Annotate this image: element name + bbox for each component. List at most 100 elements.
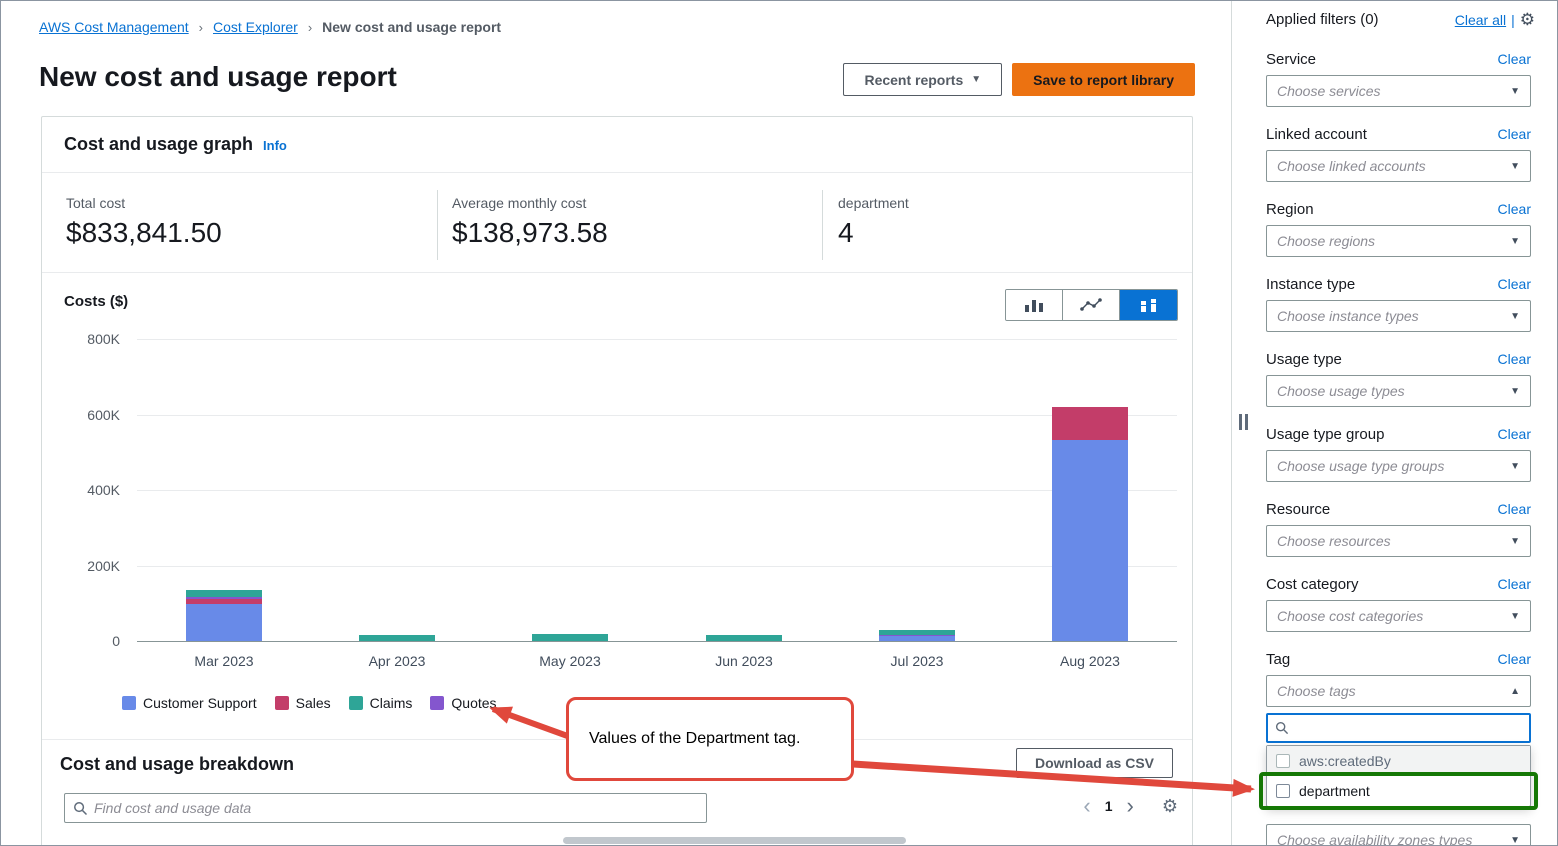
clear-filter-link[interactable]: Clear [1498,51,1531,67]
clear-filter-link[interactable]: Clear [1498,276,1531,292]
chevron-down-icon: ▼ [1510,536,1520,547]
filter-section-usage-type-group: Usage type groupClear Choose usage type g… [1266,424,1531,482]
legend-swatch-icon [275,696,289,710]
clear-filter-link[interactable]: Clear [1498,426,1531,442]
recent-reports-button[interactable]: Recent reports ▼ [843,63,1002,96]
filters-panel-title: Applied filters (0) [1266,11,1379,28]
checkbox-icon[interactable] [1276,754,1290,768]
pagination: ‹ 1 › ⚙ [1083,795,1178,817]
clear-filter-link[interactable]: Clear [1498,576,1531,592]
clear-filter-link[interactable]: Clear [1498,126,1531,142]
current-page-number[interactable]: 1 [1105,798,1113,814]
legend-item-claims[interactable]: Claims [349,695,413,711]
clear-filter-link[interactable]: Clear [1498,501,1531,517]
filter-label: Cost category [1266,576,1359,593]
breadcrumb-separator: › [199,20,203,35]
x-axis-tick: Apr 2023 [337,653,457,669]
info-link[interactable]: Info [263,138,287,153]
x-axis-tick: Mar 2023 [164,653,284,669]
filter-label-row: Usage type groupClear [1266,424,1531,444]
filter-label: Tag [1266,651,1290,668]
clear-all-link[interactable]: Clear all [1455,12,1506,28]
table-settings-gear-icon[interactable]: ⚙ [1162,797,1178,815]
gridline [137,490,1177,491]
select-placeholder: Choose usage types [1277,383,1405,399]
legend-swatch-icon [430,696,444,710]
chevron-down-icon: ▼ [1510,461,1520,472]
save-to-report-library-button[interactable]: Save to report library [1012,63,1195,96]
legend-item-sales[interactable]: Sales [275,695,331,711]
select-placeholder: Choose usage type groups [1277,458,1444,474]
tag-dropdown-search-input[interactable] [1295,720,1529,736]
y-axis-tick: 800K [42,331,120,347]
filters-settings-gear-icon[interactable]: ⚙ [1520,11,1535,28]
breakdown-search-input[interactable] [94,800,706,816]
filters-panel-header: Applied filters (0) Clear all | ⚙ [1266,11,1535,28]
filter-select-cost-category[interactable]: Choose cost categories▼ [1266,600,1531,632]
divider [822,190,823,260]
bar-segment-claims[interactable] [532,634,608,641]
next-page-button[interactable]: › [1127,795,1134,817]
legend-swatch-icon [122,696,136,710]
gridline [137,566,1177,567]
chart-legend: Customer Support Sales Claims Quotes [122,695,497,711]
bar-segment-customer-support[interactable] [1052,440,1128,641]
filter-section-instance-type: Instance type Clear Choose instance types▼ [1266,274,1531,332]
select-placeholder: Choose regions [1277,233,1375,249]
legend-label: Customer Support [143,695,257,711]
filters-panel-header-actions: Clear all | ⚙ [1455,11,1535,28]
filter-label-row: ResourceClear [1266,499,1531,519]
filter-select-tag[interactable]: Choose tags ▲ [1266,675,1531,707]
clear-filter-link[interactable]: Clear [1498,201,1531,217]
filter-select-usage-type[interactable]: Choose usage types▼ [1266,375,1531,407]
bar-segment-sales[interactable] [1052,407,1128,440]
legend-item-customer-support[interactable]: Customer Support [122,695,257,711]
tag-option-label: aws:createdBy [1299,753,1391,769]
chevron-up-icon: ▲ [1510,686,1520,697]
filter-select-linked-account[interactable]: Choose linked accounts▼ [1266,150,1531,182]
legend-item-quotes[interactable]: Quotes [430,695,496,711]
cost-stacked-bar-chart: 0200K400K600K800KMar 2023Apr 2023May 202… [42,277,1194,697]
filter-label-row: ServiceClear [1266,49,1531,69]
gridline [137,415,1177,416]
bar-segment-sales[interactable] [186,599,262,604]
chevron-down-icon: ▼ [1510,835,1520,846]
bar-segment-customer-support[interactable] [879,636,955,641]
select-placeholder: Choose cost categories [1277,608,1423,624]
stat-value-average-monthly-cost: $138,973.58 [452,217,608,249]
select-placeholder: Choose services [1277,83,1381,99]
bar-segment-customer-support[interactable] [186,603,262,641]
checkbox-icon[interactable] [1276,784,1290,798]
panel-resize-handle[interactable] [1239,414,1248,430]
download-csv-button[interactable]: Download as CSV [1016,748,1173,778]
clear-filter-link[interactable]: Clear [1498,651,1531,667]
bar-segment-claims[interactable] [359,635,435,641]
chevron-down-icon: ▼ [1510,161,1520,172]
filter-select-region[interactable]: Choose regions▼ [1266,225,1531,257]
bar-segment-claims[interactable] [879,630,955,635]
tag-option-department[interactable]: department [1267,776,1530,806]
filter-select-service[interactable]: Choose services▼ [1266,75,1531,107]
filter-label: Instance type [1266,276,1355,293]
bar-segment-quotes[interactable] [186,597,262,599]
bar-segment-claims[interactable] [706,635,782,641]
tag-option-aws-createdby[interactable]: aws:createdBy [1267,746,1530,776]
divider [42,172,1192,173]
breadcrumb-separator: › [308,20,312,35]
filter-select-usage-type-group[interactable]: Choose usage type groups ▼ [1266,450,1531,482]
filter-select-resource[interactable]: Choose resources▼ [1266,525,1531,557]
clear-filter-link[interactable]: Clear [1498,351,1531,367]
breadcrumb-link-cost-management[interactable]: AWS Cost Management [39,19,189,35]
divider [42,272,1192,273]
search-icon [73,801,88,816]
previous-page-button[interactable]: ‹ [1083,795,1090,817]
breadcrumb-link-cost-explorer[interactable]: Cost Explorer [213,19,298,35]
gridline [137,339,1177,340]
bar-segment-claims[interactable] [186,590,262,597]
horizontal-scrollbar[interactable] [563,837,906,844]
breakdown-search [64,793,707,823]
gridline [137,641,1177,642]
filter-select-availability-zones[interactable]: Choose availability zones types ▼ [1266,824,1531,846]
legend-label: Sales [296,695,331,711]
filter-select-instance-type[interactable]: Choose instance types▼ [1266,300,1531,332]
